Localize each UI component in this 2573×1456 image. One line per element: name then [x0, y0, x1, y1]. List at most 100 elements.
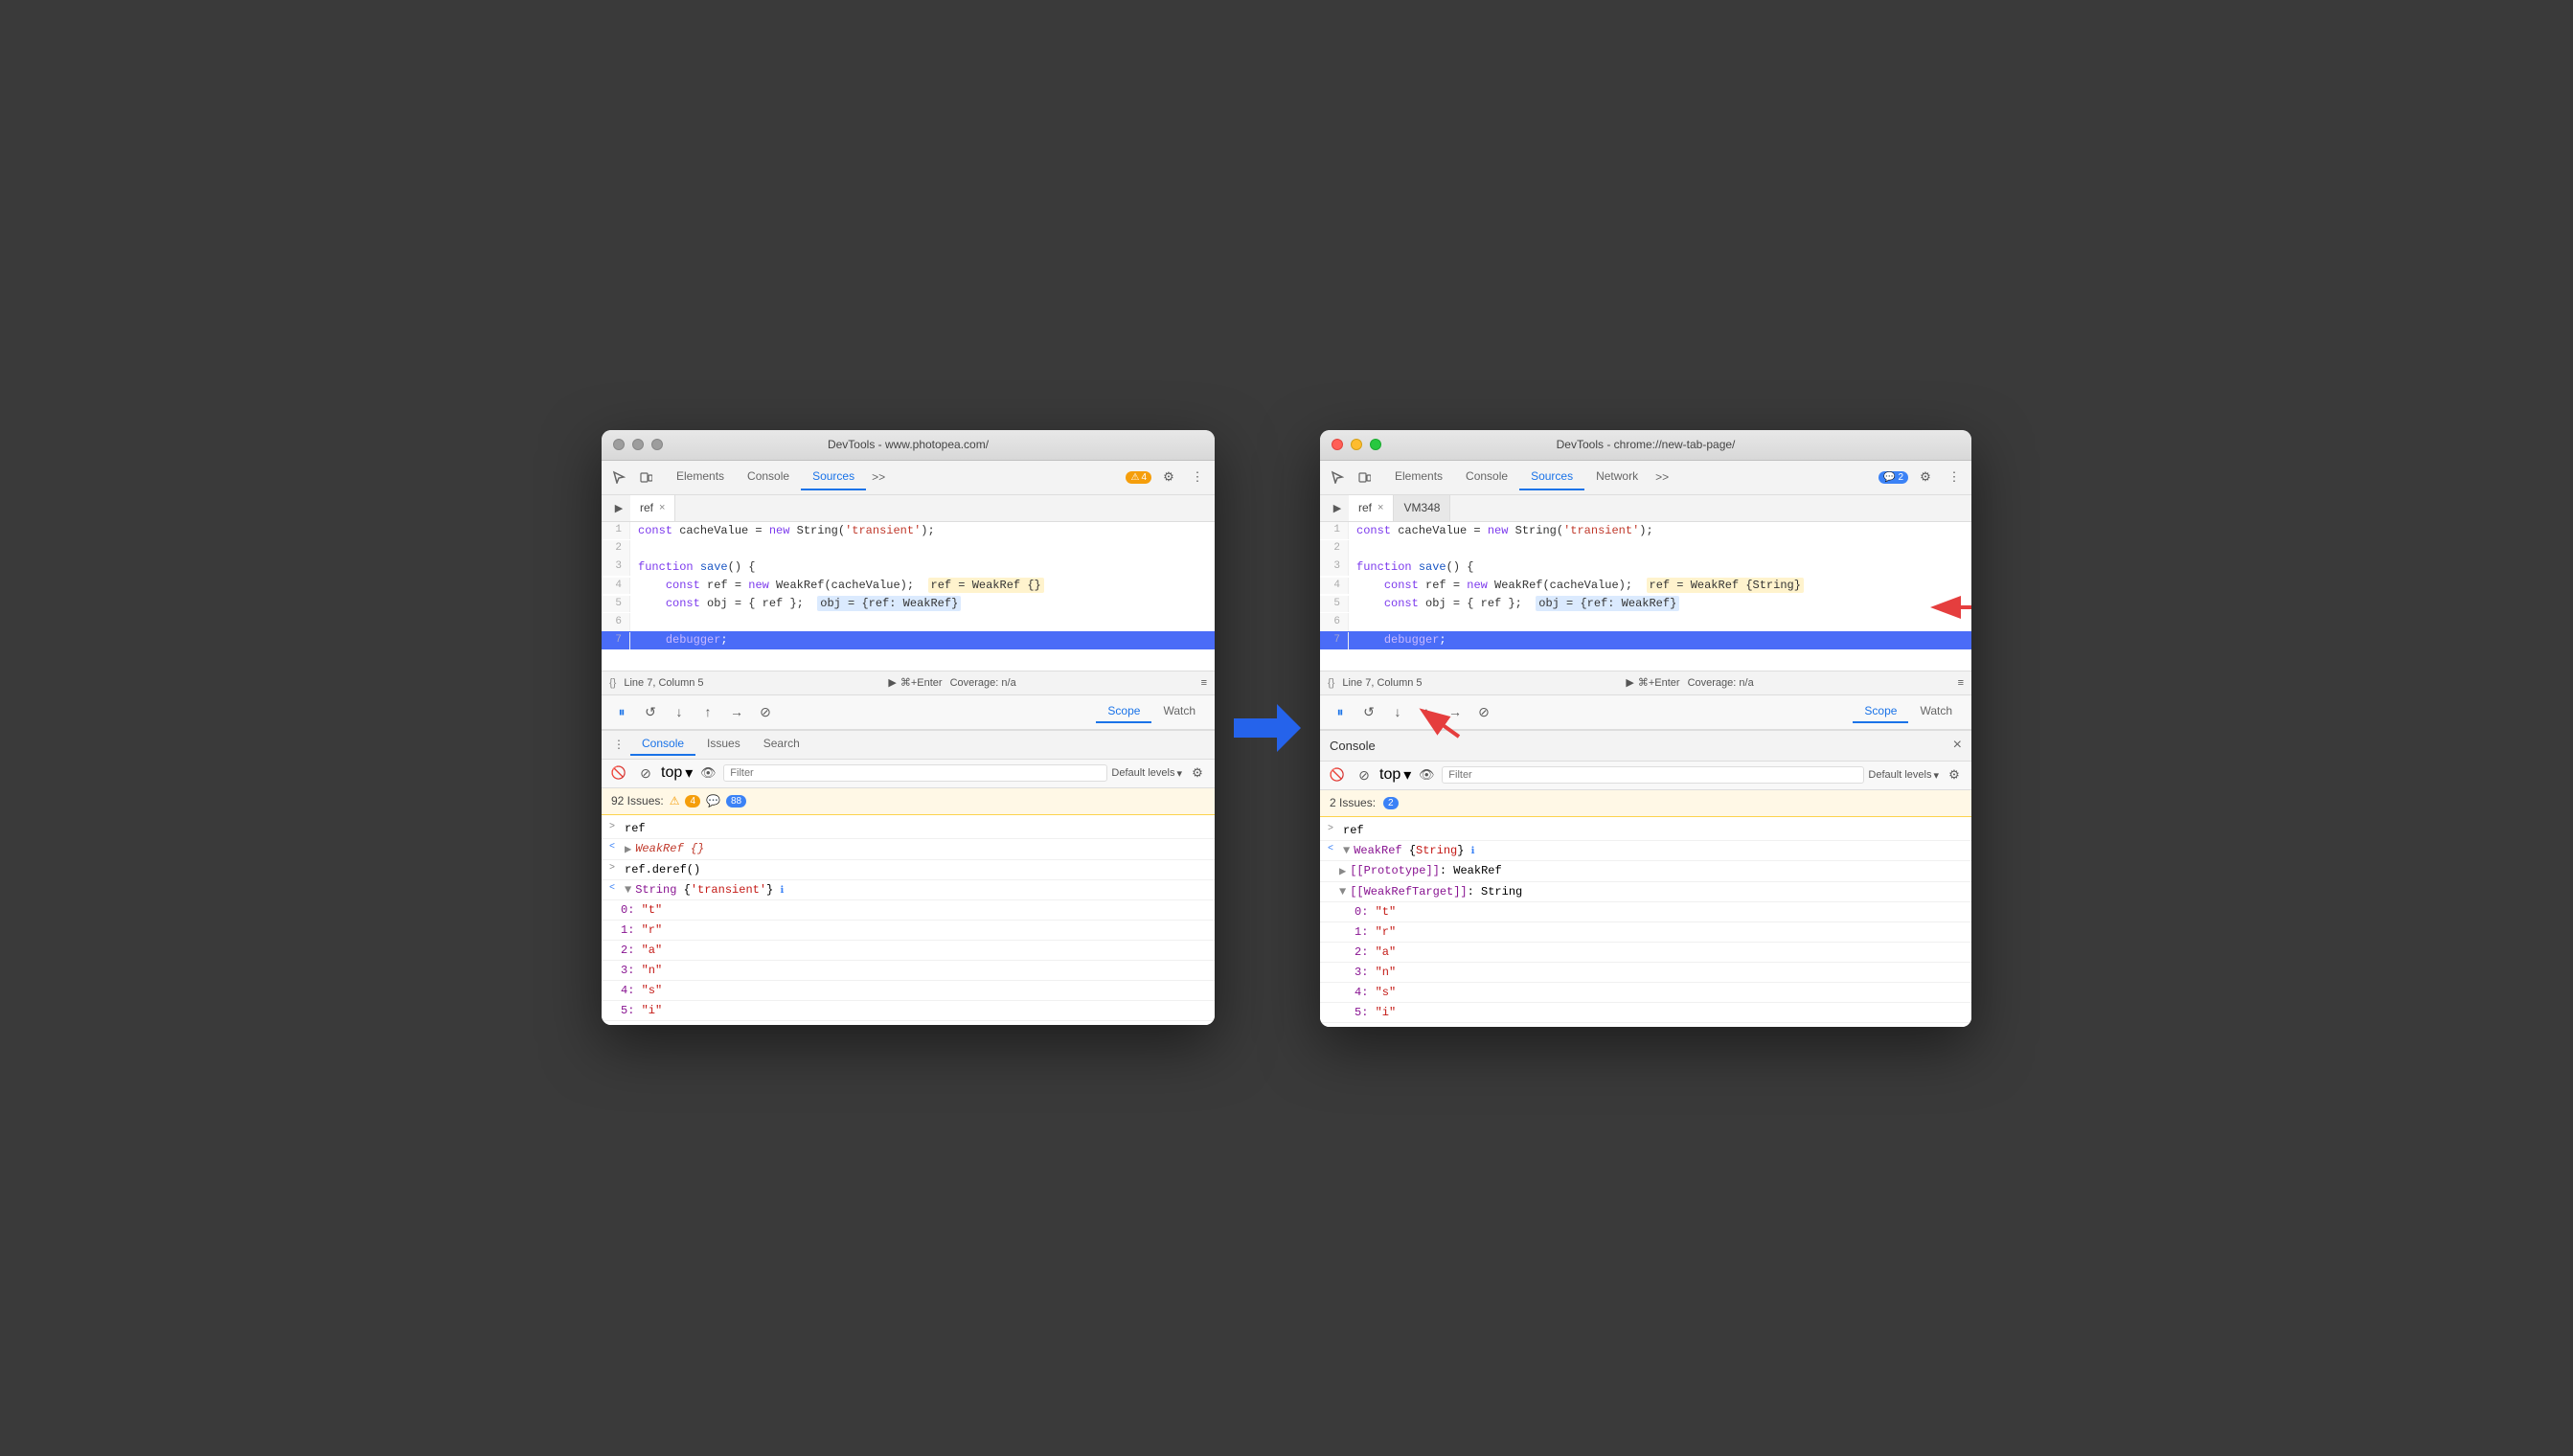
- expand-4-right[interactable]: ▼: [1339, 885, 1346, 899]
- settings-icon-right[interactable]: ⚙: [1914, 466, 1937, 489]
- console-filter-left[interactable]: [723, 764, 1107, 782]
- watch-tab-right[interactable]: Watch: [1908, 700, 1964, 723]
- max-btn-right[interactable]: [1370, 439, 1381, 450]
- expand-3-right[interactable]: ▶: [1339, 864, 1346, 878]
- bottom-menu-icon-left[interactable]: ⋮: [607, 733, 630, 756]
- eye-icon-right[interactable]: 👁: [1415, 763, 1438, 786]
- top-selector-left[interactable]: top ▾: [661, 763, 693, 783]
- close-btn-left[interactable]: [613, 439, 625, 450]
- curly-brace-left: {}: [609, 677, 616, 689]
- code-line-2-left: 2: [602, 540, 1215, 558]
- left-window-title: DevTools - www.photopea.com/: [828, 438, 989, 451]
- min-btn-left[interactable]: [632, 439, 644, 450]
- console-clear-btn-right[interactable]: 🚫: [1326, 763, 1349, 786]
- bottom-tab-console-left[interactable]: Console: [630, 733, 695, 756]
- console-entry-4-left: < ▼ String {'transient'} ℹ: [602, 880, 1215, 900]
- watch-tab-left[interactable]: Watch: [1151, 700, 1207, 723]
- console-filter-right[interactable]: [1442, 766, 1864, 784]
- step-into-btn-left[interactable]: ↓: [667, 699, 692, 724]
- left-tab-bar: Elements Console Sources >> ⚠ 4 ⚙ ⋮: [602, 461, 1215, 495]
- file-tab-vm-right[interactable]: VM348: [1394, 495, 1450, 521]
- scope-tab-right[interactable]: Scope: [1853, 700, 1908, 723]
- tab-elements-right[interactable]: Elements: [1383, 464, 1454, 490]
- console-entry-2-right: < ▼ WeakRef {String} ℹ: [1320, 841, 1971, 861]
- more-icon-left[interactable]: ⋮: [1186, 466, 1209, 489]
- msg-count-left: 88: [726, 795, 746, 808]
- top-label-left: top: [661, 764, 682, 782]
- min-btn-right[interactable]: [1351, 439, 1362, 450]
- top-selector-right[interactable]: top ▾: [1379, 765, 1411, 785]
- issues-label-left: 92 Issues:: [611, 794, 664, 808]
- levels-btn-right[interactable]: Default levels ▾: [1868, 769, 1939, 782]
- tab-console-right[interactable]: Console: [1454, 464, 1519, 490]
- scope-tab-left[interactable]: Scope: [1096, 700, 1151, 723]
- right-issues-bar: 2 Issues: 2: [1320, 790, 1971, 817]
- max-btn-left[interactable]: [651, 439, 663, 450]
- wrap-icon-right[interactable]: ≡: [1958, 677, 1964, 689]
- cursor-icon[interactable]: [607, 466, 630, 489]
- levels-btn-left[interactable]: Default levels ▾: [1111, 767, 1182, 780]
- console-entry-2-left: < ▶ WeakRef {}: [602, 839, 1215, 860]
- issues-count-right: 2: [1898, 472, 1903, 483]
- breakpoints-btn-right[interactable]: ⊘: [1471, 699, 1496, 724]
- window-controls-right: [1332, 439, 1381, 450]
- play-icon-left[interactable]: ▶: [607, 496, 630, 519]
- code-line-3-right: 3 function save() {: [1320, 558, 1971, 577]
- device-icon-right[interactable]: [1353, 466, 1376, 489]
- tab-console-left[interactable]: Console: [736, 464, 801, 490]
- code-line-3-left: 3 function save() {: [602, 558, 1215, 577]
- step-out-btn-right[interactable]: ↑: [1414, 699, 1439, 724]
- play-icon-right[interactable]: ▶: [1326, 496, 1349, 519]
- coverage-right: Coverage: n/a: [1688, 677, 1754, 689]
- wrap-icon-left[interactable]: ≡: [1201, 677, 1207, 689]
- device-icon[interactable]: [634, 466, 657, 489]
- left-issues-bar: 92 Issues: ⚠ 4 💬 88: [602, 788, 1215, 815]
- line-col-left: Line 7, Column 5: [624, 677, 703, 689]
- console-clear-btn-left[interactable]: 🚫: [607, 762, 630, 785]
- file-tab-close-left[interactable]: ×: [659, 502, 665, 513]
- tab-more-left[interactable]: >>: [866, 466, 891, 488]
- file-tab-ref-left[interactable]: ref ×: [630, 495, 675, 521]
- console-ban-right[interactable]: ⊘: [1353, 763, 1376, 786]
- bottom-tab-search-left[interactable]: Search: [752, 733, 811, 756]
- tab-network-right[interactable]: Network: [1584, 464, 1650, 490]
- tab-sources-left[interactable]: Sources: [801, 464, 866, 490]
- bottom-tab-issues-left[interactable]: Issues: [695, 733, 752, 756]
- step-over-btn-left[interactable]: ↺: [638, 699, 663, 724]
- expand-2-left[interactable]: ▶: [625, 842, 631, 856]
- settings-icon-left[interactable]: ⚙: [1157, 466, 1180, 489]
- close-btn-right[interactable]: [1332, 439, 1343, 450]
- step-into-btn-right[interactable]: ↓: [1385, 699, 1410, 724]
- code-line-1-right: 1 const cacheValue = new String('transie…: [1320, 522, 1971, 540]
- right-tab-bar-right: 💬 2 ⚙ ⋮: [1879, 466, 1966, 489]
- step-out-btn-left[interactable]: ↑: [695, 699, 720, 724]
- top-chevron-right: ▾: [1403, 765, 1411, 785]
- tab-sources-right[interactable]: Sources: [1519, 464, 1584, 490]
- left-tab-bar-icons: [607, 466, 657, 489]
- left-devtools-body: Elements Console Sources >> ⚠ 4 ⚙ ⋮ ▶ re…: [602, 461, 1215, 1025]
- step-btn-left[interactable]: →: [724, 699, 749, 724]
- entry-text-1-left: ref: [625, 822, 646, 835]
- pause-btn-left[interactable]: ⏸: [609, 699, 634, 724]
- eye-icon-left[interactable]: 👁: [696, 762, 719, 785]
- expand-4-left[interactable]: ▼: [625, 883, 631, 897]
- console-close-btn[interactable]: ×: [1953, 737, 1962, 754]
- console-ban-left[interactable]: ⊘: [634, 762, 657, 785]
- tab-elements-left[interactable]: Elements: [665, 464, 736, 490]
- file-tab-ref-right[interactable]: ref ×: [1349, 495, 1394, 521]
- console-settings-right[interactable]: ⚙: [1943, 763, 1966, 786]
- step-over-btn-right[interactable]: ↺: [1356, 699, 1381, 724]
- pause-btn-right[interactable]: ⏸: [1328, 699, 1353, 724]
- breakpoints-btn-left[interactable]: ⊘: [753, 699, 778, 724]
- console-settings-left[interactable]: ⚙: [1186, 762, 1209, 785]
- run-btn-right[interactable]: ▶ ⌘+Enter: [1626, 676, 1679, 689]
- expand-2-right[interactable]: ▼: [1343, 844, 1350, 857]
- tab-more-right[interactable]: >>: [1650, 466, 1674, 488]
- left-bottom-panel: ⋮ Console Issues Search 🚫 ⊘ top ▾ 👁: [602, 730, 1215, 1025]
- file-tab-close-ref-right[interactable]: ×: [1378, 502, 1383, 513]
- run-btn-left[interactable]: ▶ ⌘+Enter: [888, 676, 942, 689]
- step-btn-right[interactable]: →: [1443, 699, 1468, 724]
- more-icon-right[interactable]: ⋮: [1943, 466, 1966, 489]
- cursor-icon-right[interactable]: [1326, 466, 1349, 489]
- right-console-header: Console ×: [1320, 731, 1971, 762]
